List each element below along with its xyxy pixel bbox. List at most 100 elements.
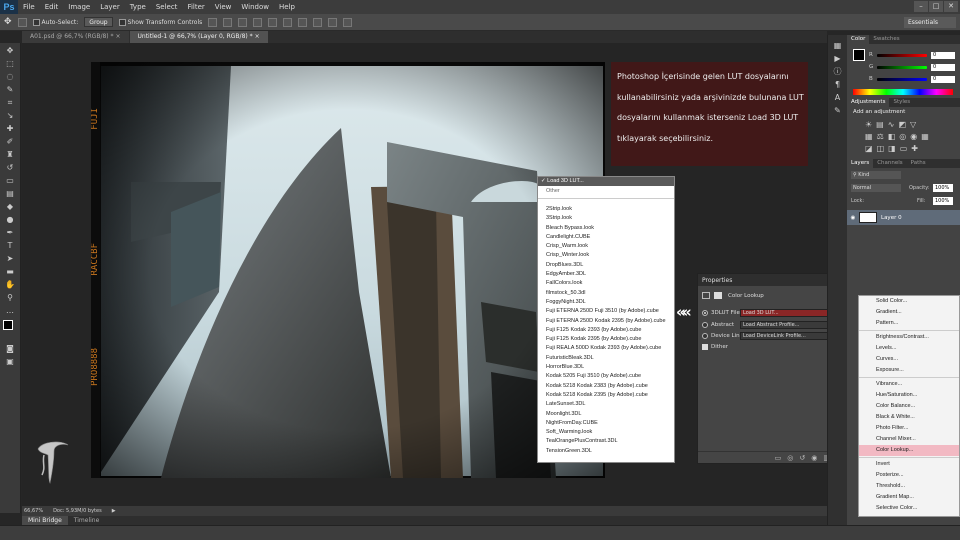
tab-paths[interactable]: Paths: [907, 159, 930, 168]
layer-row[interactable]: ◉ Layer 0: [847, 210, 960, 225]
adjustment-menu-item[interactable]: Solid Color...: [859, 296, 959, 307]
color-balance-icon[interactable]: ⚖: [877, 132, 888, 141]
eyedropper-tool-icon[interactable]: ↘: [4, 111, 16, 121]
lut-option[interactable]: Fuji ETERNA 250D Kodak 2395 (by Adobe).c…: [538, 317, 674, 326]
menu-file[interactable]: File: [18, 0, 40, 14]
move-tool-icon[interactable]: ✥: [4, 17, 12, 27]
lookup-icon[interactable]: ▦: [921, 132, 933, 141]
tool-preset-icon[interactable]: [17, 17, 27, 27]
lut-option[interactable]: FuturisticBleak.3DL: [538, 354, 674, 363]
history-panel-icon[interactable]: ▦: [832, 41, 844, 51]
menu-window[interactable]: Window: [236, 0, 274, 14]
visibility-icon[interactable]: ◉: [811, 454, 817, 462]
adjustment-menu-item[interactable]: Levels...: [859, 343, 959, 354]
path-select-icon[interactable]: ➤: [4, 254, 16, 264]
adjustment-layer-menu[interactable]: Solid Color... Gradient... Pattern... Brigh…: [858, 295, 960, 517]
menu-filter[interactable]: Filter: [182, 0, 209, 14]
devicelink-dropdown[interactable]: Load DeviceLink Profile...: [740, 332, 828, 340]
photo-filter-icon[interactable]: ◎: [899, 132, 910, 141]
doc-size[interactable]: Doc: 5,93M/0 bytes: [53, 508, 102, 514]
lut-dropdown-list[interactable]: ✓ Load 3D LUT... Other 2Strip.look 3Strip…: [537, 176, 675, 463]
workspace-switcher[interactable]: Essentials: [904, 17, 956, 28]
tab-adjustments[interactable]: Adjustments: [847, 98, 890, 107]
lut-option[interactable]: Fuji F125 Kodak 2393 (by Adobe).cube: [538, 326, 674, 335]
maximize-button[interactable]: □: [929, 1, 943, 12]
red-value[interactable]: 0: [931, 51, 955, 59]
lut-option[interactable]: NightFromDay.CUBE: [538, 419, 674, 428]
lut-option[interactable]: 2Strip.look: [538, 205, 674, 214]
green-slider[interactable]: [877, 65, 927, 69]
auto-select-dropdown[interactable]: Group: [84, 17, 113, 27]
adjustment-menu-item[interactable]: Gradient...: [859, 307, 959, 318]
3d-mode-icon[interactable]: [328, 17, 338, 27]
adjustment-menu-item[interactable]: Curves...: [859, 354, 959, 365]
healing-tool-icon[interactable]: ✚: [4, 124, 16, 134]
lut-option[interactable]: FallColors.look: [538, 279, 674, 288]
lasso-tool-icon[interactable]: ◌: [4, 72, 16, 82]
adjustment-menu-item[interactable]: Gradient Map...: [859, 492, 959, 503]
lut-option[interactable]: Bleach Bypass.look: [538, 224, 674, 233]
menu-select[interactable]: Select: [151, 0, 183, 14]
doc-tab[interactable]: A01.psd @ 66,7% (RGB/8) * ×: [22, 31, 129, 43]
adjustment-menu-item[interactable]: Channel Mixer...: [859, 434, 959, 445]
dither-checkbox[interactable]: [702, 344, 708, 350]
align-center-icon[interactable]: [268, 17, 278, 27]
lut-option[interactable]: Candlelight.CUBE: [538, 233, 674, 242]
info-panel-icon[interactable]: ⓘ: [832, 67, 844, 77]
stamp-tool-icon[interactable]: ♜: [4, 150, 16, 160]
adjustment-menu-item[interactable]: Posterize...: [859, 470, 959, 481]
adjustment-menu-item[interactable]: Exposure...: [859, 365, 959, 376]
lut-option[interactable]: Moonlight.3DL: [538, 410, 674, 419]
distribute-icon[interactable]: [313, 17, 323, 27]
lut-option[interactable]: LateSunset.3DL: [538, 400, 674, 409]
levels-icon[interactable]: ▤: [876, 120, 888, 129]
align-left-icon[interactable]: [253, 17, 263, 27]
tab-styles[interactable]: Styles: [889, 98, 914, 107]
dither-row[interactable]: Dither: [702, 344, 728, 350]
view-previous-icon[interactable]: ◎: [787, 454, 793, 462]
screen-mode-icon[interactable]: ▣: [4, 357, 16, 367]
selective-color-icon[interactable]: ✚: [911, 144, 922, 153]
fg-bg-swatch[interactable]: [853, 49, 865, 61]
adjustment-menu-item[interactable]: Photo Filter...: [859, 423, 959, 434]
lut-option[interactable]: FoggyNight.3DL: [538, 298, 674, 307]
vibrance-icon[interactable]: ▽: [910, 120, 920, 129]
3d-mode-icon[interactable]: [343, 17, 353, 27]
lut-option[interactable]: Fuji F125 Kodak 2395 (by Adobe).cube: [538, 335, 674, 344]
devicelink-radio[interactable]: [702, 333, 708, 339]
adjustment-menu-item[interactable]: Color Balance...: [859, 401, 959, 412]
channel-mixer-icon[interactable]: ◉: [910, 132, 921, 141]
blue-value[interactable]: 0: [931, 75, 955, 83]
lut-option-selected[interactable]: ✓ Load 3D LUT...: [538, 177, 674, 186]
threshold-icon[interactable]: ◨: [888, 144, 900, 153]
tab-mini-bridge[interactable]: Mini Bridge: [22, 516, 68, 525]
menu-help[interactable]: Help: [274, 0, 300, 14]
lut-file-row[interactable]: 3DLUT File: [702, 310, 740, 316]
layer-name[interactable]: Layer 0: [881, 215, 902, 221]
adjustment-menu-item[interactable]: Threshold...: [859, 481, 959, 492]
quick-mask-icon[interactable]: ◙: [4, 344, 16, 354]
lut-file-radio[interactable]: [702, 310, 708, 316]
align-right-icon[interactable]: [283, 17, 293, 27]
menu-layer[interactable]: Layer: [95, 0, 125, 14]
tab-color[interactable]: Color: [847, 35, 870, 44]
curves-icon[interactable]: ∿: [888, 120, 899, 129]
color-spectrum[interactable]: [853, 89, 953, 95]
lut-option[interactable]: HorrorBlue.3DL: [538, 363, 674, 372]
lut-option[interactable]: Kodak 5218 Kodak 2395 (by Adobe).cube: [538, 391, 674, 400]
blur-tool-icon[interactable]: ◆: [4, 202, 16, 212]
adjustment-menu-item[interactable]: Black & White...: [859, 412, 959, 423]
auto-select-checkbox[interactable]: [32, 18, 40, 26]
opacity-field[interactable]: 100%: [933, 184, 953, 192]
lut-option[interactable]: filmstock_50.3dl: [538, 289, 674, 298]
clip-icon[interactable]: ▭: [775, 454, 782, 462]
zoom-level[interactable]: 66,67%: [24, 508, 43, 514]
abstract-radio[interactable]: [702, 322, 708, 328]
adjustment-menu-item[interactable]: Vibrance...: [859, 379, 959, 390]
lut-option[interactable]: TensionGreen.3DL: [538, 447, 674, 456]
tab-swatches[interactable]: Swatches: [869, 35, 903, 44]
dodge-tool-icon[interactable]: ●: [4, 215, 16, 225]
brightness-icon[interactable]: ☀: [865, 120, 876, 129]
lut-option[interactable]: EdgyAmber.3DL: [538, 270, 674, 279]
hue-icon[interactable]: ▦: [865, 132, 877, 141]
